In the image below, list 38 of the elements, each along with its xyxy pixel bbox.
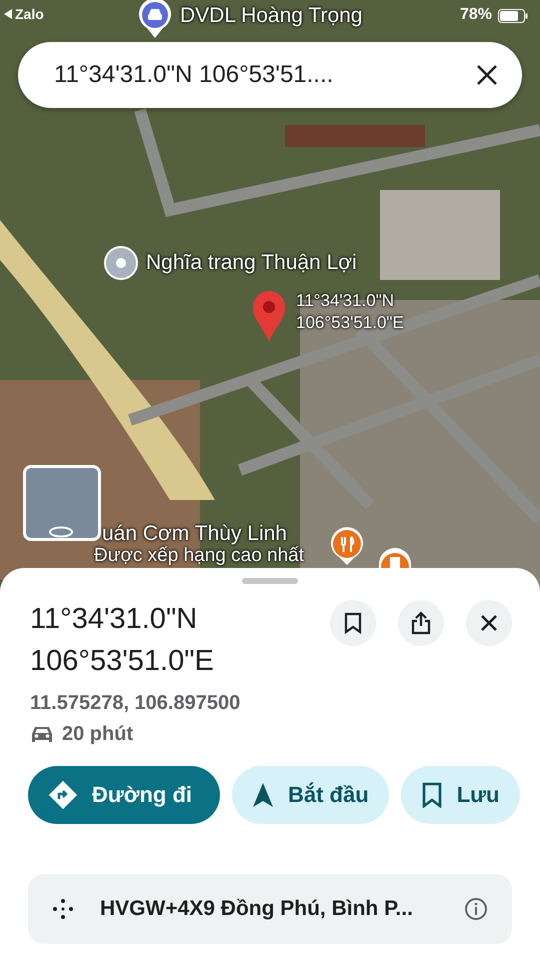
decimal-coordinates: 11.575278, 106.897500 bbox=[30, 692, 242, 715]
battery-icon bbox=[498, 9, 528, 23]
place-pin-icon[interactable] bbox=[104, 246, 138, 280]
search-field[interactable]: 11°34'31.0"N 106°53'51.... bbox=[52, 60, 474, 90]
plus-code-address: HVGW+4X9 Đồng Phú, Bình P... bbox=[100, 897, 414, 921]
map-label[interactable]: uán Cơm Thùy Linh bbox=[102, 522, 287, 546]
close-button[interactable] bbox=[466, 600, 512, 646]
car-pin-icon[interactable] bbox=[138, 0, 172, 38]
pin-coordinates-label: 11°34'31.0"N 106°53'51.0"E bbox=[296, 290, 404, 334]
bookmark-icon bbox=[343, 612, 363, 634]
drag-handle[interactable] bbox=[242, 578, 298, 584]
car-icon bbox=[30, 724, 54, 744]
close-icon bbox=[479, 613, 499, 633]
search-bar[interactable]: 11°34'31.0"N 106°53'51.... bbox=[18, 42, 522, 108]
start-button[interactable]: Bắt đầu bbox=[232, 766, 389, 824]
navigation-arrow-icon bbox=[252, 782, 274, 808]
share-button[interactable] bbox=[398, 600, 444, 646]
map-sublabel: Được xếp hạng cao nhất bbox=[94, 545, 304, 567]
restaurant-pin-icon[interactable] bbox=[330, 527, 364, 565]
info-icon[interactable] bbox=[464, 897, 488, 921]
cafe-pin-icon[interactable] bbox=[378, 547, 412, 569]
bookmark-icon bbox=[420, 782, 443, 808]
bookmark-button[interactable] bbox=[330, 600, 376, 646]
share-icon bbox=[410, 611, 432, 635]
map-label[interactable]: DVDL Hoàng Trọng bbox=[180, 4, 362, 28]
travel-time: 20 phút bbox=[62, 723, 134, 746]
back-to-app-label[interactable]: Zalo bbox=[15, 6, 44, 22]
plus-code-row[interactable]: HVGW+4X9 Đồng Phú, Bình P... bbox=[28, 874, 512, 944]
plus-code-icon bbox=[52, 898, 74, 920]
place-title: 11°34'31.0"N 106°53'51.0"E bbox=[30, 602, 214, 679]
save-button[interactable]: Lưu bbox=[400, 766, 520, 824]
map-label[interactable]: Nghĩa trang Thuận Lợi bbox=[146, 251, 357, 275]
rotate-icon bbox=[48, 526, 74, 538]
battery-percent: 78% bbox=[460, 6, 492, 24]
back-triangle-icon[interactable] bbox=[4, 9, 12, 19]
directions-button[interactable]: Đường đi bbox=[28, 766, 220, 824]
location-pin-icon bbox=[252, 290, 286, 342]
photo-placeholder[interactable] bbox=[23, 465, 101, 541]
